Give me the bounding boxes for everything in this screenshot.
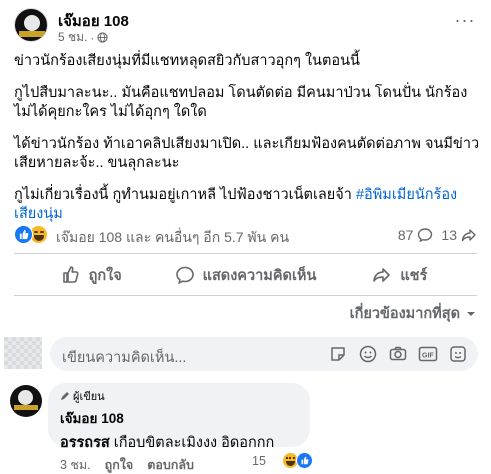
comment-count[interactable]: 87 bbox=[398, 227, 434, 243]
like-button-label: ถูกใจ bbox=[88, 267, 122, 284]
comment-count-value: 87 bbox=[397, 227, 414, 243]
comment-text: อรรถรส เกือบขิตละเมิงงง อิดอกกก bbox=[60, 431, 298, 454]
like-button[interactable]: ถูกใจ bbox=[14, 258, 168, 292]
comment-reaction-count: 15 bbox=[252, 453, 266, 468]
post-paragraph: ข่าวนักร้องเสียงนุ่มที่มีแชทหลุดสยิวกับส… bbox=[14, 53, 360, 69]
post-time[interactable]: 5 ชม. bbox=[58, 28, 87, 47]
globe-icon bbox=[97, 32, 109, 43]
post-meta: 5 ชม. · bbox=[58, 28, 109, 47]
post-header: เจ๊มอย 108 5 ชม. · ··· bbox=[14, 8, 477, 45]
svg-text:GIF: GIF bbox=[422, 353, 434, 360]
commenter-avatar[interactable] bbox=[10, 385, 42, 417]
post-actions: ถูกใจ แสดงความคิดเห็น แชร์ bbox=[14, 258, 477, 292]
comment-icon bbox=[175, 266, 194, 285]
share-count[interactable]: 13 bbox=[441, 227, 477, 243]
author-badge-label: ผู้เขียน bbox=[73, 390, 105, 403]
emoji-icon[interactable] bbox=[358, 344, 378, 364]
post-body: ข่าวนักร้องเสียงนุ่มที่มีแชทหลุดสยิวกับส… bbox=[14, 52, 480, 237]
gif-icon[interactable]: GIF bbox=[418, 344, 438, 364]
avatar-face-icon bbox=[18, 390, 33, 405]
avatar-logo-band bbox=[14, 405, 38, 410]
share-button[interactable]: แชร์ bbox=[323, 258, 477, 292]
comment-icon bbox=[418, 228, 433, 243]
comment-bubble: ผู้เขียน เจ๊มอย 108 อรรถรส เกือบขิตละเมิ… bbox=[48, 383, 310, 451]
divider-top bbox=[14, 253, 477, 254]
author-avatar[interactable] bbox=[14, 8, 48, 42]
comment-sort-dropdown[interactable]: เกี่ยวข้องมากที่สุด bbox=[350, 302, 477, 325]
comment-body: เกือบขิตละเมิงงง อิดอกกก bbox=[109, 435, 275, 451]
reaction-count-text[interactable]: เจ๊มอย 108 และ คนอื่นๆ อีก 5.7 พัน คน bbox=[56, 227, 289, 249]
comment-actions: 3 ชม. ถูกใจ ตอบกลับ 15 bbox=[60, 452, 480, 474]
composer-tools: GIF bbox=[328, 344, 468, 364]
like-reaction-icon bbox=[295, 452, 313, 469]
post-paragraph-text: กูไม่เกี่ยวเรื่องนี้ กูทำนมอยู่เกาหลี ไป… bbox=[14, 186, 356, 203]
reactions-summary: เจ๊มอย 108 และ คนอื่นๆ อีก 5.7 พัน คน 87… bbox=[14, 224, 477, 246]
camera-icon[interactable] bbox=[388, 344, 408, 364]
comment-reply-button[interactable]: ตอบกลับ bbox=[147, 455, 194, 474]
comment-input[interactable]: เขียนความคิดเห็น... GIF bbox=[50, 337, 478, 371]
post-paragraph: กูไปสืบมาละนะ.. มันคือแชทปลอม โดนตัดต่อ … bbox=[14, 84, 468, 121]
comment-button-label: แสดงความคิดเห็น bbox=[202, 267, 317, 284]
author-badge: ผู้เขียน bbox=[60, 389, 298, 403]
comment-reactions[interactable]: 15 bbox=[252, 452, 313, 469]
pen-icon bbox=[61, 391, 69, 400]
comment-like-button[interactable]: ถูกใจ bbox=[105, 455, 134, 474]
avatar-face-icon bbox=[24, 15, 40, 31]
sort-label: เกี่ยวข้องมากที่สุด bbox=[349, 306, 460, 322]
comment-button[interactable]: แสดงความคิดเห็น bbox=[168, 258, 322, 292]
post-paragraph: ได้ข่าวนักร้อง ท้าเอาคลิปเสียงมาเปิด.. แ… bbox=[14, 135, 480, 172]
more-options-button[interactable]: ··· bbox=[453, 11, 477, 34]
engagement-counts: 87 13 bbox=[398, 227, 477, 243]
user-avatar[interactable] bbox=[4, 337, 42, 369]
comment-item: ผู้เขียน เจ๊มอย 108 อรรถรส เกือบขิตละเมิ… bbox=[10, 383, 480, 474]
comment-time[interactable]: 3 ชม. bbox=[60, 455, 91, 474]
avatar-logo-band bbox=[19, 31, 45, 37]
post-paragraph-last: กูไม่เกี่ยวเรื่องนี้ กูทำนมอยู่เกาหลี ไป… bbox=[14, 186, 480, 225]
share-arrow-icon bbox=[373, 268, 391, 282]
comment-input-placeholder: เขียนความคิดเห็น... bbox=[62, 350, 187, 366]
divider-bottom bbox=[14, 295, 477, 296]
comment-mention[interactable]: อรรถรส bbox=[60, 435, 110, 451]
meta-separator: · bbox=[90, 30, 95, 45]
share-count-value: 13 bbox=[441, 227, 457, 243]
thumbs-up-icon bbox=[62, 266, 79, 283]
avatar-sticker-icon[interactable] bbox=[448, 344, 468, 364]
reaction-icons[interactable] bbox=[14, 225, 54, 245]
chevron-down-icon bbox=[467, 311, 475, 316]
sticker-icon[interactable] bbox=[328, 344, 348, 364]
share-icon bbox=[461, 229, 476, 242]
like-reaction-icon bbox=[14, 225, 33, 244]
comment-author-name[interactable]: เจ๊มอย 108 bbox=[60, 407, 298, 429]
share-button-label: แชร์ bbox=[400, 267, 428, 284]
comment-composer: เขียนความคิดเห็น... GIF bbox=[0, 334, 491, 372]
